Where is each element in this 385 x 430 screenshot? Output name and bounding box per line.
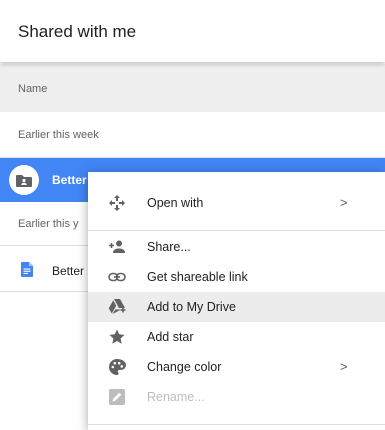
chevron-right-icon: >	[340, 359, 348, 374]
file-name: Better	[52, 264, 85, 278]
menu-item-add-to-my-drive[interactable]: Add to My Drive	[88, 292, 385, 322]
shared-folder-icon	[16, 175, 32, 187]
menu-divider	[88, 230, 385, 231]
page-header: Shared with me	[0, 0, 385, 62]
menu-item-change-color[interactable]: Change color >	[88, 352, 385, 382]
menu-item-label: Rename...	[147, 390, 205, 404]
page-title: Shared with me	[18, 22, 137, 41]
section-header-earlier-this-week: Earlier this week	[0, 112, 385, 158]
menu-item-rename[interactable]: Rename...	[88, 382, 385, 412]
column-header: Name	[0, 64, 385, 112]
menu-item-label: Share...	[147, 240, 191, 254]
folder-avatar	[9, 165, 39, 195]
star-icon	[109, 329, 125, 344]
menu-item-get-shareable-link[interactable]: Get shareable link	[88, 262, 385, 292]
share-person-icon	[109, 240, 125, 253]
folder-name: Better	[52, 173, 87, 187]
menu-item-share[interactable]: Share...	[88, 232, 385, 262]
section-label: Earlier this week	[18, 129, 99, 141]
menu-item-add-star[interactable]: Add star	[88, 322, 385, 352]
palette-icon	[109, 359, 126, 375]
link-icon	[108, 272, 126, 282]
menu-item-label: Open with	[147, 196, 204, 210]
section-label: Earlier this y	[18, 218, 79, 230]
open-with-icon	[109, 195, 125, 211]
chevron-right-icon: >	[340, 195, 348, 210]
rename-icon	[109, 389, 125, 405]
name-column-header[interactable]: Name	[18, 83, 47, 95]
menu-item-label: Get shareable link	[147, 270, 248, 284]
menu-item-open-with[interactable]: Open with >	[88, 188, 385, 218]
menu-divider	[88, 424, 385, 425]
menu-item-label: Change color	[147, 360, 222, 374]
add-to-drive-icon	[108, 299, 126, 314]
menu-item-label: Add star	[147, 330, 194, 344]
google-doc-icon	[21, 262, 33, 277]
context-menu: Open with > Share... Get shareable link …	[88, 172, 385, 430]
menu-item-label: Add to My Drive	[147, 300, 236, 314]
